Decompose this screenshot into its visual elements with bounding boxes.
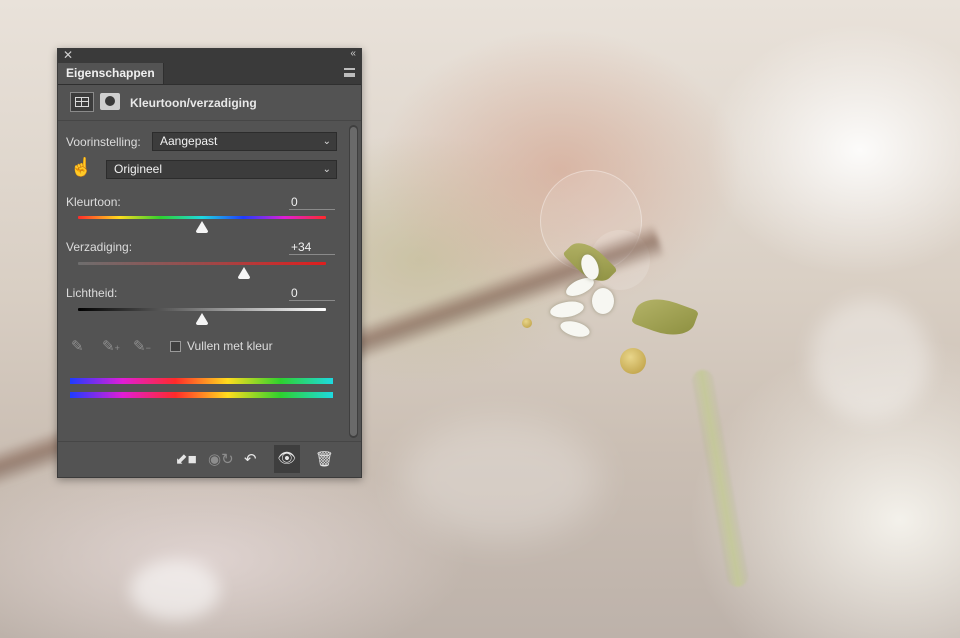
panel-scrollbar[interactable] — [349, 125, 358, 438]
panel-footer: ⬋■ ◉↻ ↶ 👁 🗑 — [58, 441, 361, 477]
scrollbar-thumb[interactable] — [350, 127, 357, 436]
bokeh-blur — [400, 420, 600, 540]
lightness-slider-track[interactable] — [78, 308, 326, 311]
hue-saturation-adjustment-icon[interactable] — [70, 92, 94, 112]
channel-dropdown[interactable]: Origineel ⌄ — [106, 160, 337, 179]
lightness-label: Lichtheid: — [66, 286, 118, 300]
adjustment-header: Kleurtoon/verzadiging — [58, 85, 361, 121]
flower — [520, 234, 720, 380]
preset-dropdown[interactable]: Aangepast ⌄ — [152, 132, 337, 151]
saturation-slider-thumb[interactable] — [238, 267, 251, 279]
petal — [592, 288, 614, 314]
reset-icon[interactable]: ↶ — [244, 450, 257, 468]
preset-value: Aangepast — [160, 134, 218, 148]
output-spectrum-bar — [70, 392, 333, 398]
tab-properties[interactable]: Eigenschappen — [58, 63, 164, 84]
eyedropper-minus-icon[interactable]: ✎− — [133, 337, 151, 355]
chevron-down-icon: ⌄ — [322, 164, 331, 175]
saturation-label: Verzadiging: — [66, 240, 133, 254]
view-previous-state-icon[interactable]: ◉↻ — [208, 450, 234, 468]
hue-slider-track[interactable] — [78, 216, 326, 219]
flower-bud — [620, 348, 646, 374]
hue-label: Kleurtoon: — [66, 195, 121, 209]
eyedropper-plus-icon[interactable]: ✎+ — [102, 337, 120, 355]
lightness-value-field[interactable]: 0 — [289, 285, 335, 301]
panel-title-bar: ✕ ‹‹ — [58, 48, 361, 63]
chevron-down-icon: ⌄ — [322, 136, 331, 147]
clip-to-layer-icon[interactable]: ⬋■ — [175, 450, 197, 468]
close-icon[interactable]: ✕ — [63, 48, 73, 62]
saturation-value-field[interactable]: +34 — [289, 239, 335, 255]
eyedropper-icon[interactable]: ✎ — [71, 337, 84, 355]
bokeh-circle — [810, 300, 930, 420]
hand-target-icon[interactable]: ☝ — [70, 157, 92, 178]
adjustment-title: Kleurtoon/verzadiging — [130, 96, 257, 110]
lightness-slider-thumb[interactable] — [196, 313, 208, 325]
colorize-label: Vullen met kleur — [187, 339, 273, 353]
petal — [558, 318, 592, 340]
eye-icon[interactable]: 👁 — [274, 445, 300, 473]
hamburger-menu-icon[interactable] — [344, 68, 355, 77]
input-spectrum-bar — [70, 378, 333, 384]
trash-icon[interactable]: 🗑 — [315, 450, 334, 468]
saturation-slider-track[interactable] — [78, 262, 326, 265]
double-chevron-icon[interactable]: ‹‹ — [350, 48, 356, 59]
flower-bud — [522, 318, 532, 328]
hue-slider-thumb[interactable] — [196, 221, 208, 233]
colorize-checkbox[interactable] — [170, 341, 181, 352]
flower-stem — [690, 368, 751, 589]
bokeh-blur — [130, 560, 220, 620]
layer-mask-icon[interactable] — [100, 93, 120, 110]
leaf — [630, 290, 700, 344]
panel-tab-row: Eigenschappen — [58, 63, 361, 85]
properties-panel: ✕ ‹‹ Eigenschappen Kleurtoon/verzadiging… — [57, 48, 362, 478]
hue-value-field[interactable]: 0 — [289, 194, 335, 210]
preset-label: Voorinstelling: — [66, 135, 141, 149]
channel-value: Origineel — [114, 162, 163, 176]
petal — [548, 299, 586, 320]
